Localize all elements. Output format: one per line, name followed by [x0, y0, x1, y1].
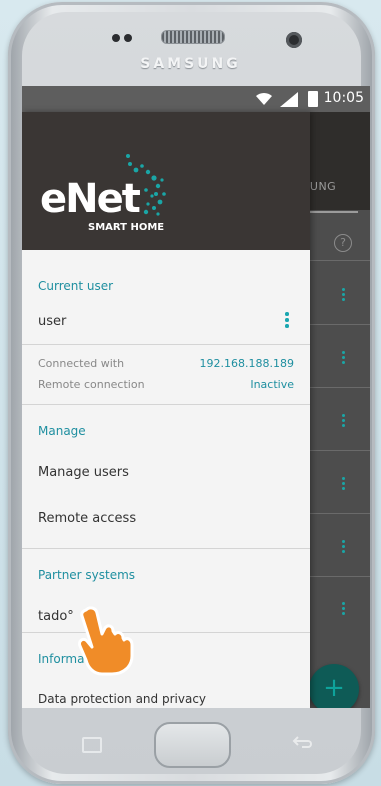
row-divider [310, 450, 370, 451]
menu-item-manage-users[interactable]: Manage users [38, 465, 129, 480]
logo-wordmark: eNet [40, 176, 141, 222]
row-divider [310, 387, 370, 388]
menu-item-data-protection[interactable]: Data protection and privacy [38, 692, 206, 706]
recent-apps-icon[interactable] [82, 737, 102, 753]
manage-title: Manage [38, 424, 86, 438]
help-icon[interactable]: ? [334, 234, 352, 252]
connected-with-value: 192.168.188.189 [199, 357, 294, 370]
divider [22, 344, 310, 345]
front-sensor-icon [124, 34, 132, 42]
row-menu-icon[interactable] [342, 477, 346, 492]
status-time: 10:05 [323, 90, 364, 106]
front-camera-icon [286, 32, 302, 48]
navigation-drawer: eNet SMART HOME Current user user Connec… [22, 112, 310, 708]
add-button[interactable]: + [309, 664, 359, 708]
user-menu-icon[interactable] [285, 312, 289, 330]
row-divider [310, 260, 370, 261]
row-menu-icon[interactable] [342, 288, 346, 303]
row-divider [310, 324, 370, 325]
device-brand: SAMSUNG [140, 56, 241, 72]
tap-hand-icon [78, 606, 134, 676]
row-menu-icon[interactable] [342, 351, 346, 366]
connected-with-label: Connected with [38, 357, 125, 370]
drawer-header: eNet SMART HOME [22, 112, 310, 250]
remote-connection-label: Remote connection [38, 378, 145, 391]
row-menu-icon[interactable] [342, 602, 346, 617]
menu-item-remote-access[interactable]: Remote access [38, 511, 136, 526]
row-menu-icon[interactable] [342, 414, 346, 429]
row-divider [310, 576, 370, 577]
partner-systems-title: Partner systems [38, 568, 136, 582]
row-menu-icon[interactable] [342, 540, 346, 555]
logo-subtitle: SMART HOME [88, 222, 165, 233]
wifi-icon [256, 92, 272, 105]
back-icon[interactable] [292, 735, 314, 749]
signal-icon [280, 92, 298, 107]
divider [22, 548, 310, 549]
row-divider [310, 513, 370, 514]
current-user-title: Current user [38, 279, 114, 293]
divider [22, 632, 310, 633]
divider [22, 404, 310, 405]
earpiece-speaker [161, 30, 225, 44]
battery-icon [308, 91, 318, 107]
current-user-name: user [38, 314, 67, 329]
home-button[interactable] [154, 722, 231, 768]
remote-connection-value: Inactive [250, 378, 294, 391]
status-bar: 10:05 [22, 86, 370, 112]
menu-item-tado[interactable]: tado° [38, 609, 74, 624]
front-sensor-icon [112, 34, 120, 42]
